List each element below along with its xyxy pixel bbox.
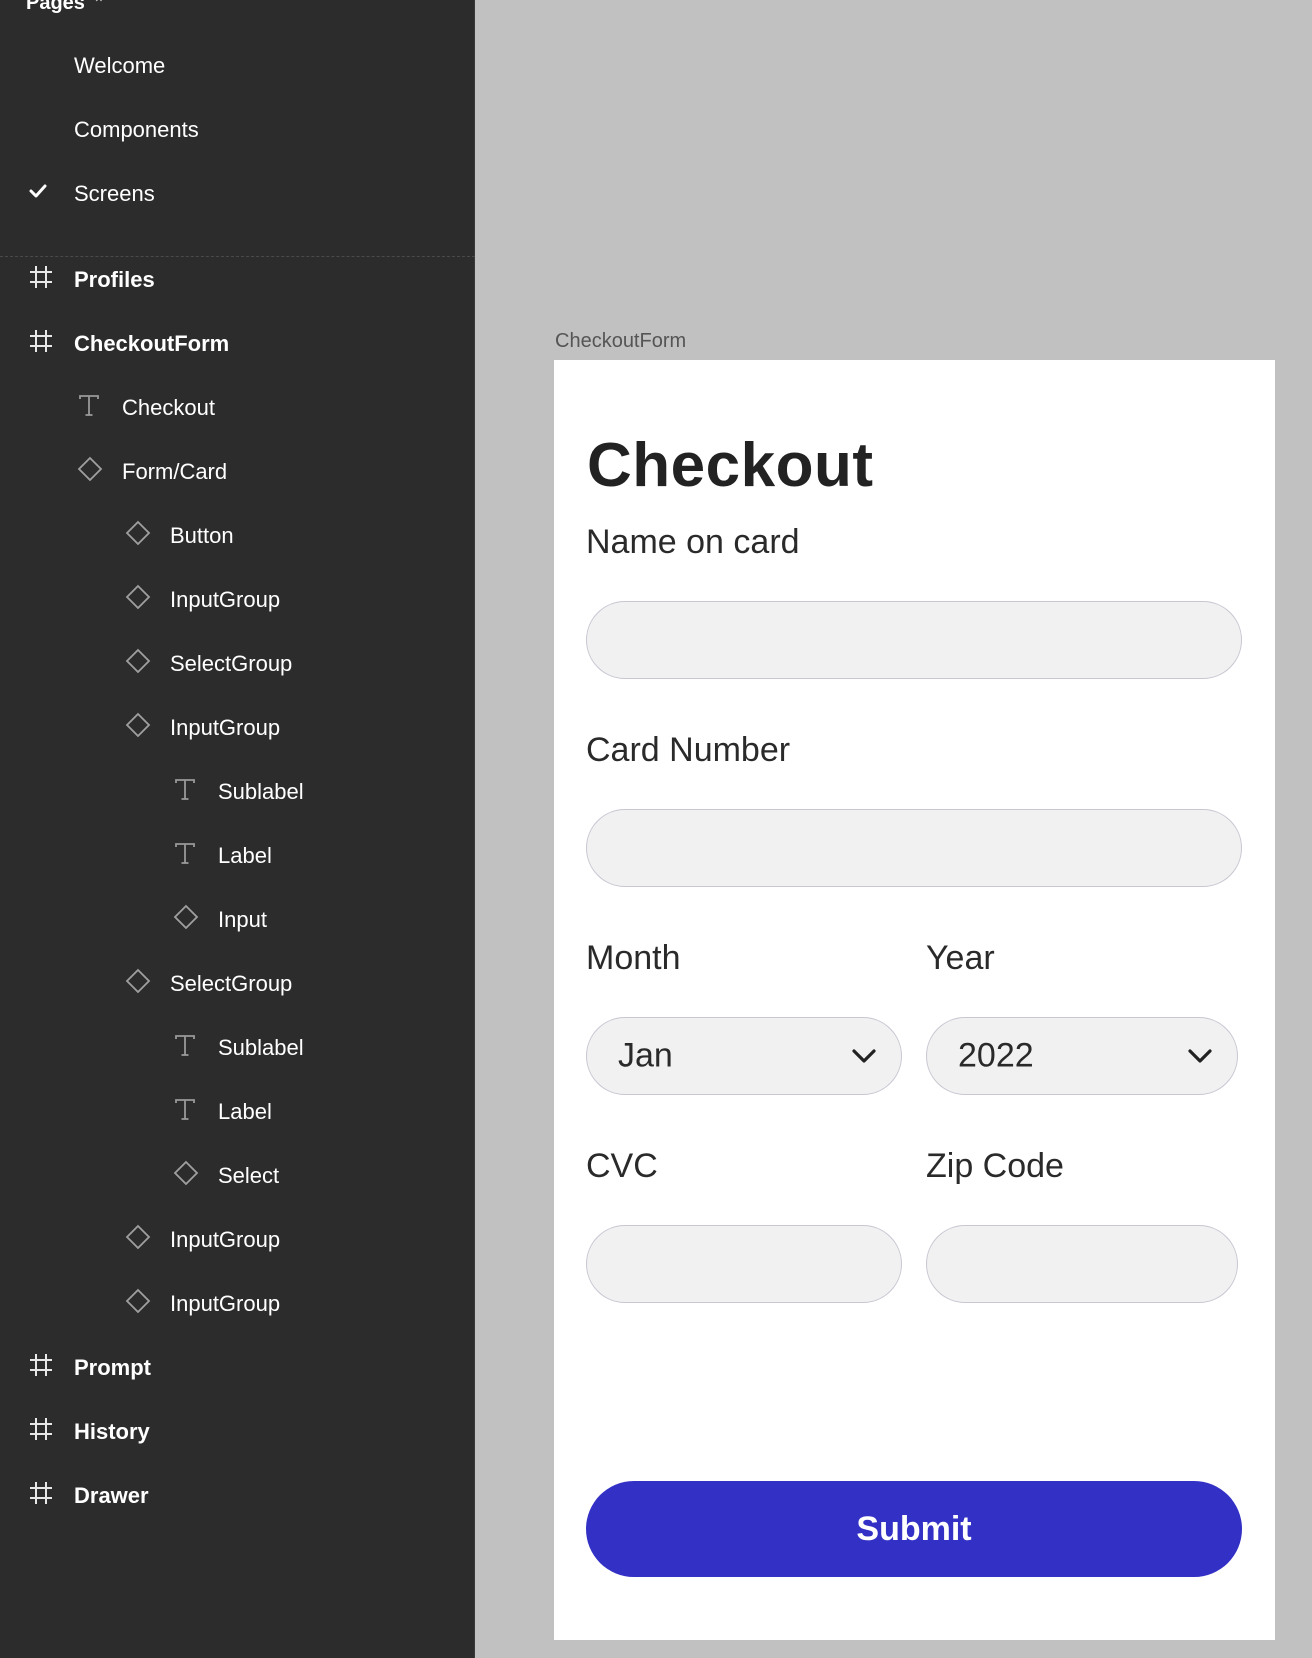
layer-item-label: Label xyxy=(218,1099,272,1124)
month-label: Month xyxy=(586,939,681,977)
text-icon xyxy=(173,1033,197,1063)
layer-item-drawer[interactable]: Drawer xyxy=(0,1468,475,1524)
layer-item-label: InputGroup xyxy=(170,1227,281,1252)
text-icon xyxy=(173,841,197,871)
layer-item-selectgroup[interactable]: SelectGroup xyxy=(0,636,475,692)
month-select[interactable]: Jan xyxy=(586,1017,902,1095)
component-icon xyxy=(125,584,151,616)
page-item-screens[interactable]: Screens xyxy=(0,166,475,222)
text-icon xyxy=(173,1097,197,1127)
layer-item-label: Select xyxy=(218,1163,280,1188)
component-icon xyxy=(125,968,151,1000)
page-item-welcome[interactable]: Welcome xyxy=(0,38,475,94)
text-icon xyxy=(173,777,197,807)
layer-item-checkoutform[interactable]: CheckoutForm xyxy=(0,316,475,372)
name-on-card-label: Name on card xyxy=(586,523,800,561)
layer-item-label: SelectGroup xyxy=(170,651,293,676)
cvc-input[interactable] xyxy=(586,1225,902,1303)
layer-item-label: Button xyxy=(170,523,234,548)
frame-icon xyxy=(29,1353,53,1383)
name-on-card-input[interactable] xyxy=(586,601,1242,679)
layer-item-label: Drawer xyxy=(74,1483,149,1508)
page-item-components[interactable]: Components xyxy=(0,102,475,158)
component-icon xyxy=(77,456,103,488)
layer-item-select[interactable]: Select xyxy=(0,1148,475,1204)
layer-item-input[interactable]: Input xyxy=(0,892,475,948)
component-icon xyxy=(125,520,151,552)
checkout-form-frame[interactable]: Checkout Name on card Card Number Month … xyxy=(554,360,1275,1640)
card-number-label: Card Number xyxy=(586,731,791,769)
layer-item-label: Label xyxy=(218,843,272,868)
chevron-up-icon[interactable]: ⌃ xyxy=(93,0,105,12)
page-item-label: Components xyxy=(74,117,199,142)
cvc-label: CVC xyxy=(586,1147,658,1185)
zip-code-label: Zip Code xyxy=(926,1147,1064,1185)
layer-item-profiles[interactable]: Profiles xyxy=(0,252,475,308)
layer-item-label: InputGroup xyxy=(170,1291,281,1316)
frame-icon xyxy=(29,1417,53,1447)
layer-item-label: Checkout xyxy=(122,395,215,420)
pages-header-label: Pages xyxy=(26,0,85,14)
submit-button[interactable]: Submit xyxy=(586,1481,1242,1577)
layer-item-prompt[interactable]: Prompt xyxy=(0,1340,475,1396)
check-icon xyxy=(28,181,48,207)
layer-item-inputgroup[interactable]: InputGroup xyxy=(0,700,475,756)
layer-item-label: History xyxy=(74,1419,150,1444)
zip-code-input[interactable] xyxy=(926,1225,1238,1303)
page-item-label: Welcome xyxy=(74,53,166,78)
component-icon xyxy=(125,1288,151,1320)
chevron-down-icon xyxy=(852,1049,876,1063)
layer-item-checkout[interactable]: Checkout xyxy=(0,380,475,436)
layer-item-label: Sublabel xyxy=(218,779,304,804)
page-item-label: Screens xyxy=(74,181,155,206)
chevron-down-icon xyxy=(1188,1049,1212,1063)
layer-item-label: Input xyxy=(218,907,267,932)
layer-item-sublabel[interactable]: Sublabel xyxy=(0,764,475,820)
pages-header[interactable]: Pages ⌃ xyxy=(26,0,105,18)
layer-item-inputgroup[interactable]: InputGroup xyxy=(0,1276,475,1332)
component-icon xyxy=(125,648,151,680)
year-label: Year xyxy=(926,939,995,977)
card-number-input[interactable] xyxy=(586,809,1242,887)
layers-panel: Pages ⌃ Welcome Components Screens Profile… xyxy=(0,0,475,1658)
layer-item-label: InputGroup xyxy=(170,715,281,740)
component-icon xyxy=(173,1160,199,1192)
year-select-value: 2022 xyxy=(958,1036,1034,1075)
layer-item-label[interactable]: Label xyxy=(0,828,475,884)
layer-item-label: Profiles xyxy=(74,267,155,292)
component-icon xyxy=(125,712,151,744)
layer-item-label: Prompt xyxy=(74,1355,151,1380)
component-icon xyxy=(125,1224,151,1256)
layer-item-label: InputGroup xyxy=(170,587,281,612)
layer-item-button[interactable]: Button xyxy=(0,508,475,564)
frame-icon xyxy=(29,265,53,295)
layer-item-form-card[interactable]: Form/Card xyxy=(0,444,475,500)
text-icon xyxy=(77,393,101,423)
month-select-value: Jan xyxy=(618,1036,673,1075)
layer-item-history[interactable]: History xyxy=(0,1404,475,1460)
layer-item-selectgroup[interactable]: SelectGroup xyxy=(0,956,475,1012)
layer-item-label: Sublabel xyxy=(218,1035,304,1060)
layer-item-sublabel[interactable]: Sublabel xyxy=(0,1020,475,1076)
layer-item-inputgroup[interactable]: InputGroup xyxy=(0,1212,475,1268)
layer-item-label[interactable]: Label xyxy=(0,1084,475,1140)
frame-icon xyxy=(29,329,53,359)
form-title: Checkout xyxy=(587,431,874,500)
year-select[interactable]: 2022 xyxy=(926,1017,1238,1095)
layer-item-label: SelectGroup xyxy=(170,971,293,996)
component-icon xyxy=(173,904,199,936)
frame-name-label[interactable]: CheckoutForm xyxy=(555,330,686,353)
layer-item-inputgroup[interactable]: InputGroup xyxy=(0,572,475,628)
layer-item-label: CheckoutForm xyxy=(74,331,230,356)
frame-icon xyxy=(29,1481,53,1511)
layer-item-label: Form/Card xyxy=(122,459,228,484)
